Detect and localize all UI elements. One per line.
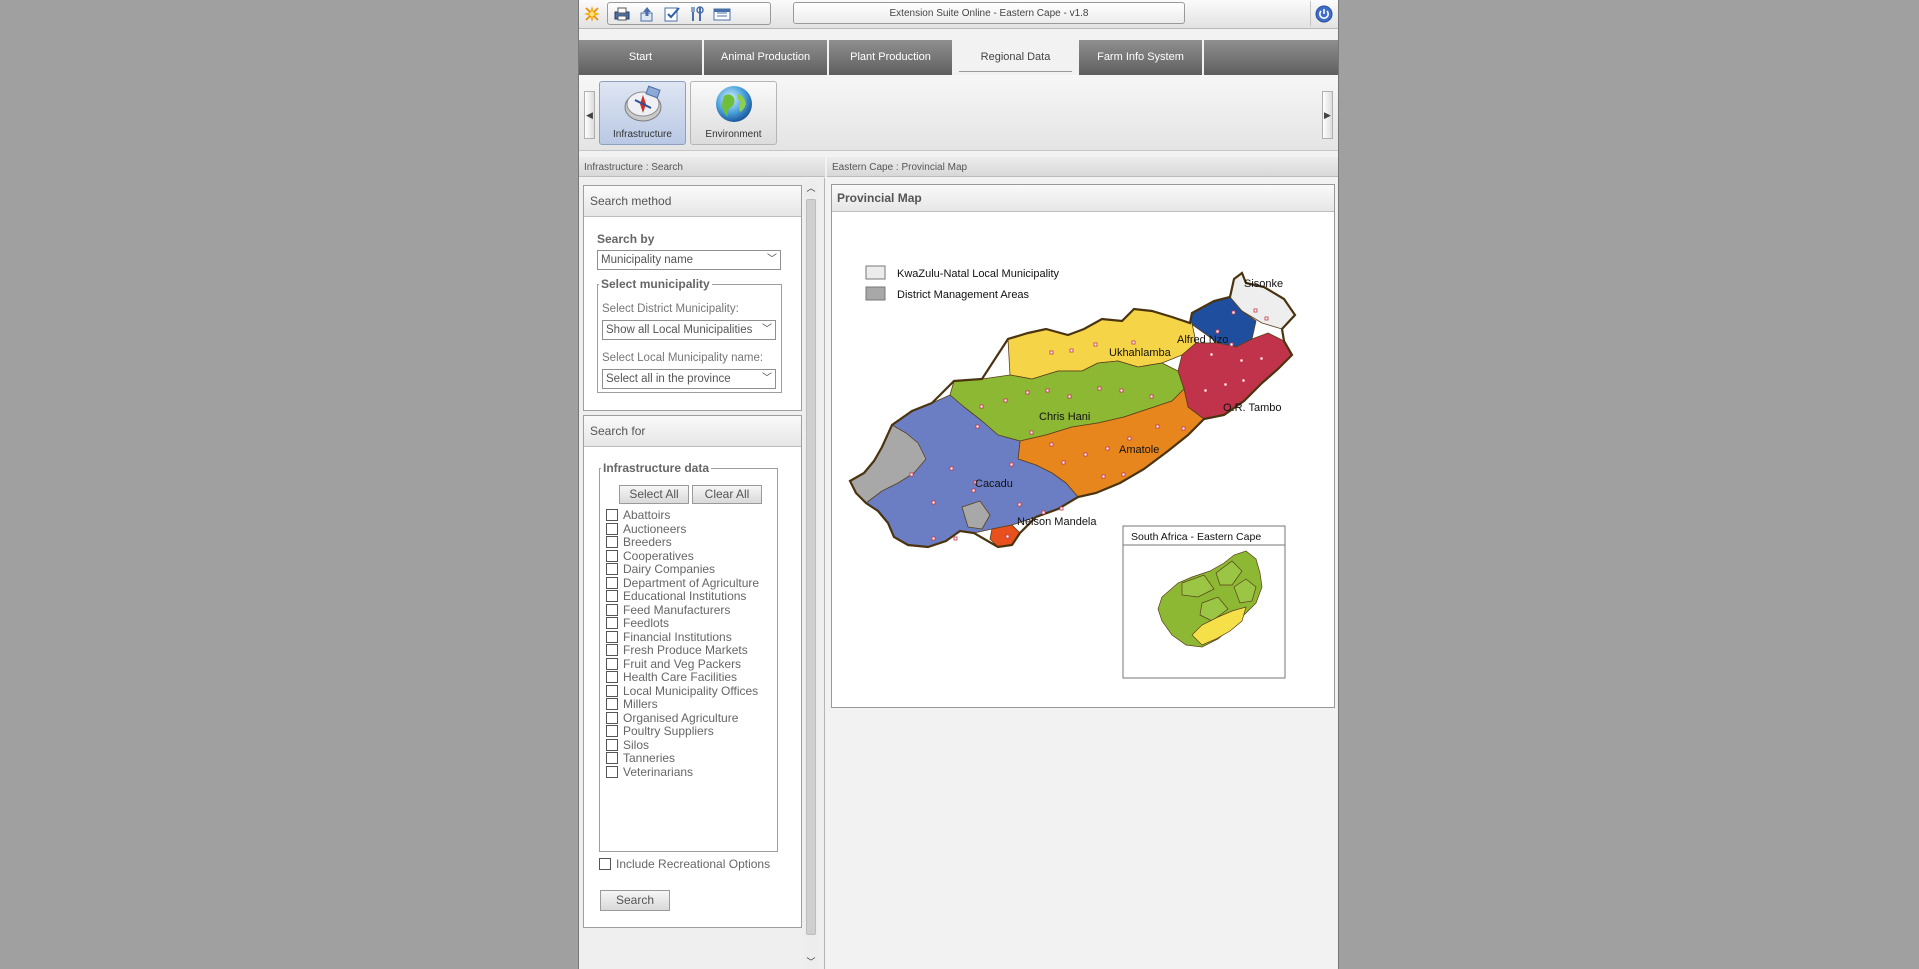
toolbar <box>607 2 771 25</box>
infra-checkbox[interactable] <box>606 563 618 575</box>
left-panel-scrollbar[interactable]: ︿ ﹀ <box>804 181 818 969</box>
infra-checkbox[interactable] <box>606 576 618 589</box>
provincial-map: KwaZulu-Natal Local Municipality Distric… <box>848 265 1297 679</box>
infra-checkbox[interactable] <box>606 603 618 616</box>
tab-start[interactable]: Start <box>579 40 704 75</box>
infrastructure-button[interactable]: Infrastructure <box>599 81 686 145</box>
search-for-title: Search for <box>584 416 801 447</box>
top-bar: Extension Suite Online - Eastern Cape - … <box>579 0 1338 29</box>
tab-farm-info-system[interactable]: Farm Info System <box>1079 40 1204 75</box>
recreational-option[interactable]: Include Recreational Options <box>599 856 770 872</box>
infra-checkbox[interactable] <box>606 630 618 643</box>
infra-checkbox[interactable] <box>606 617 618 629</box>
environment-button[interactable]: Environment <box>690 81 777 145</box>
globe-icon <box>716 86 752 122</box>
label-sisonke: Sisonke <box>1244 278 1283 290</box>
power-icon[interactable] <box>1310 1 1336 26</box>
scroll-down-icon[interactable]: ﹀ <box>804 955 818 969</box>
search-panel: Search method Search by Municipality nam… <box>579 178 825 969</box>
compass-icon <box>624 85 662 122</box>
infra-checkbox[interactable] <box>606 738 618 751</box>
provincial-map-panel: Provincial Map KwaZulu-Natal Local Munic… <box>831 184 1335 708</box>
legend-swatch-dma <box>865 286 886 301</box>
export-icon[interactable] <box>637 5 656 22</box>
infra-checkbox[interactable] <box>606 590 618 602</box>
infra-checkbox[interactable] <box>606 752 618 764</box>
label-alfred-nzo: Alfred Nzo <box>1177 334 1228 346</box>
scroll-thumb[interactable] <box>806 199 816 935</box>
infra-checkbox[interactable] <box>606 711 618 724</box>
label-cacadu: Cacadu <box>975 478 1013 490</box>
infra-checkbox[interactable] <box>606 522 618 535</box>
label-nelson-mandela: Nelson Mandela <box>1017 516 1097 528</box>
tools-icon[interactable] <box>687 5 706 22</box>
chevron-down-icon: ﹀ <box>760 321 772 339</box>
infra-checkbox[interactable] <box>606 536 618 548</box>
app-logo-icon <box>582 3 602 25</box>
clear-all-button[interactable]: Clear All <box>692 485 762 504</box>
infra-option[interactable]: Veterinarians <box>606 764 693 780</box>
district-municipality-select[interactable]: Show all Local Municipalities ﹀ <box>602 320 776 340</box>
tab-regional-data[interactable]: Regional Data <box>954 40 1079 75</box>
search-button[interactable]: Search <box>600 890 670 911</box>
label-or-tambo: O.R. Tambo <box>1223 402 1282 414</box>
checklist-icon[interactable] <box>662 5 681 22</box>
district-municipality-label: Select District Municipality: <box>602 303 739 315</box>
infra-checkbox[interactable] <box>606 509 618 521</box>
ribbon-scroll-left-icon[interactable]: ◀ <box>584 91 595 139</box>
search-method-section: Search method Search by Municipality nam… <box>583 185 802 411</box>
legend-dma: District Management Areas <box>897 289 1030 301</box>
local-municipality-value: Select all in the province <box>606 373 731 385</box>
infra-checkbox[interactable] <box>606 725 618 737</box>
chevron-down-icon: ﹀ <box>765 251 777 269</box>
infrastructure-data-legend: Infrastructure data <box>603 461 710 475</box>
infra-checkbox[interactable] <box>606 549 618 562</box>
district-municipality-value: Show all Local Municipalities <box>606 324 753 336</box>
infra-checkbox[interactable] <box>606 765 618 778</box>
recreational-label: Include Recreational Options <box>616 857 771 871</box>
select-all-button[interactable]: Select All <box>619 485 689 504</box>
search-by-label: Search by <box>597 232 655 246</box>
app-window: Extension Suite Online - Eastern Cape - … <box>578 0 1339 969</box>
search-for-section: Search for Infrastructure data Select Al… <box>583 415 802 928</box>
inset-title: South Africa - Eastern Cape <box>1131 531 1261 543</box>
report-icon[interactable] <box>712 5 731 22</box>
infrastructure-label: Infrastructure <box>613 129 672 140</box>
select-municipality-legend: Select municipality <box>601 277 710 291</box>
infra-label: Veterinarians <box>623 764 694 779</box>
local-municipality-label: Select Local Municipality name: <box>602 352 764 364</box>
right-breadcrumb: Eastern Cape : Provincial Map <box>827 157 1338 177</box>
chevron-down-icon: ﹀ <box>760 370 772 388</box>
tab-plant-production[interactable]: Plant Production <box>829 40 954 75</box>
left-breadcrumb: Infrastructure : Search <box>579 157 825 177</box>
infra-checkbox[interactable] <box>606 698 618 710</box>
search-by-select[interactable]: Municipality name ﹀ <box>597 250 781 270</box>
app-title: Extension Suite Online - Eastern Cape - … <box>793 2 1185 24</box>
label-ukhahlamba: Ukhahlamba <box>1109 347 1172 359</box>
infra-checkbox[interactable] <box>606 684 618 697</box>
scroll-up-icon[interactable]: ︿ <box>804 181 818 195</box>
search-method-title: Search method <box>584 186 801 217</box>
recreational-checkbox[interactable] <box>599 858 611 870</box>
tab-regional-data-label: Regional Data <box>958 43 1073 72</box>
label-chris-hani: Chris Hani <box>1039 411 1090 423</box>
legend-swatch-kzn <box>865 265 886 280</box>
ribbon: ◀ Infrastructure Environment ▶ <box>579 75 1338 151</box>
legend-kzn: KwaZulu-Natal Local Municipality <box>897 268 1060 280</box>
label-amatole: Amatole <box>1119 444 1159 456</box>
infra-checkbox[interactable] <box>606 671 618 683</box>
infra-checkbox[interactable] <box>606 657 618 670</box>
main-tabs: Start Animal Production Plant Production… <box>579 40 1338 75</box>
provincial-map-title: Provincial Map <box>832 185 1334 212</box>
print-icon[interactable] <box>612 5 631 22</box>
ribbon-scroll-right-icon[interactable]: ▶ <box>1322 91 1333 139</box>
search-by-value: Municipality name <box>601 254 694 266</box>
tab-animal-production[interactable]: Animal Production <box>704 40 829 75</box>
local-municipality-select[interactable]: Select all in the province ﹀ <box>602 369 776 389</box>
infra-checkbox[interactable] <box>606 644 618 656</box>
environment-label: Environment <box>705 129 762 140</box>
